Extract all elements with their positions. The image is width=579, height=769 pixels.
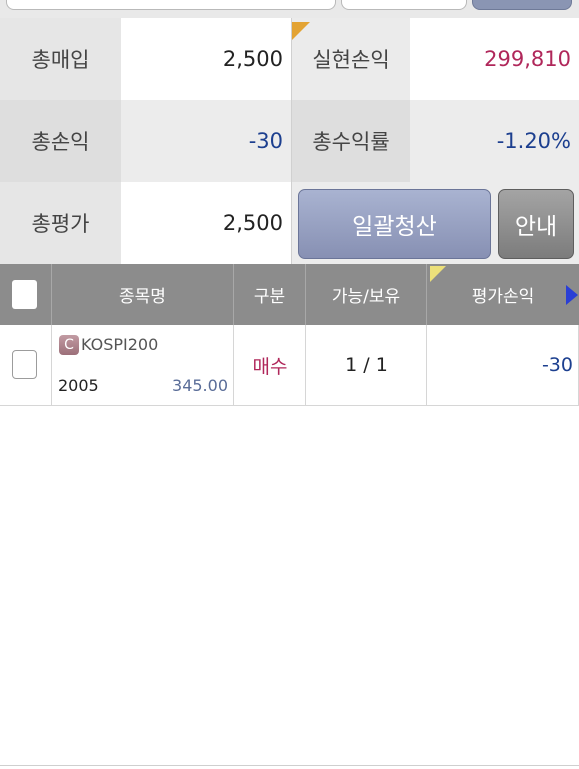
- total-return-label: 총수익률: [291, 100, 410, 182]
- info-button[interactable]: 안내: [498, 189, 574, 259]
- available-holding-qty: 1 / 1: [345, 354, 388, 376]
- total-eval-label: 총평가: [0, 182, 121, 264]
- instrument-name: KOSPI200: [81, 335, 159, 354]
- total-buy-label: 총매입: [0, 18, 121, 100]
- realized-pl-value: 299,810: [410, 18, 579, 100]
- account-select-field[interactable]: [6, 0, 336, 10]
- column-note-marker: [430, 266, 446, 282]
- instrument-code: 2005: [58, 376, 99, 395]
- eval-pl-value: -30: [541, 354, 573, 376]
- scroll-right-arrow-icon[interactable]: [566, 285, 578, 305]
- column-header-name[interactable]: 종목명: [52, 264, 234, 325]
- top-controls-bar: [0, 0, 579, 18]
- positions-table-header: 종목명 구분 가능/보유 평가손익: [0, 264, 579, 325]
- bulk-liquidate-button[interactable]: 일괄청산: [298, 189, 491, 259]
- total-buy-value: 2,500: [121, 18, 291, 100]
- select-all-checkbox[interactable]: [12, 280, 37, 309]
- total-return-value: -1.20%: [410, 100, 579, 182]
- column-header-eval-pl[interactable]: 평가손익: [427, 264, 579, 325]
- note-corner-marker: [292, 22, 310, 40]
- password-field[interactable]: [341, 0, 467, 10]
- column-header-qty[interactable]: 가능/보유: [306, 264, 427, 325]
- trade-side: 매수: [252, 355, 288, 378]
- instrument-price: 345.00: [172, 376, 228, 395]
- column-header-side[interactable]: 구분: [234, 264, 306, 325]
- total-pl-label: 총손익: [0, 100, 121, 182]
- bottom-divider: [0, 765, 579, 766]
- row-checkbox[interactable]: [12, 350, 37, 379]
- call-option-badge: C: [59, 335, 79, 355]
- total-eval-value: 2,500: [121, 182, 291, 264]
- total-pl-value: -30: [121, 100, 291, 182]
- query-button[interactable]: [472, 0, 572, 10]
